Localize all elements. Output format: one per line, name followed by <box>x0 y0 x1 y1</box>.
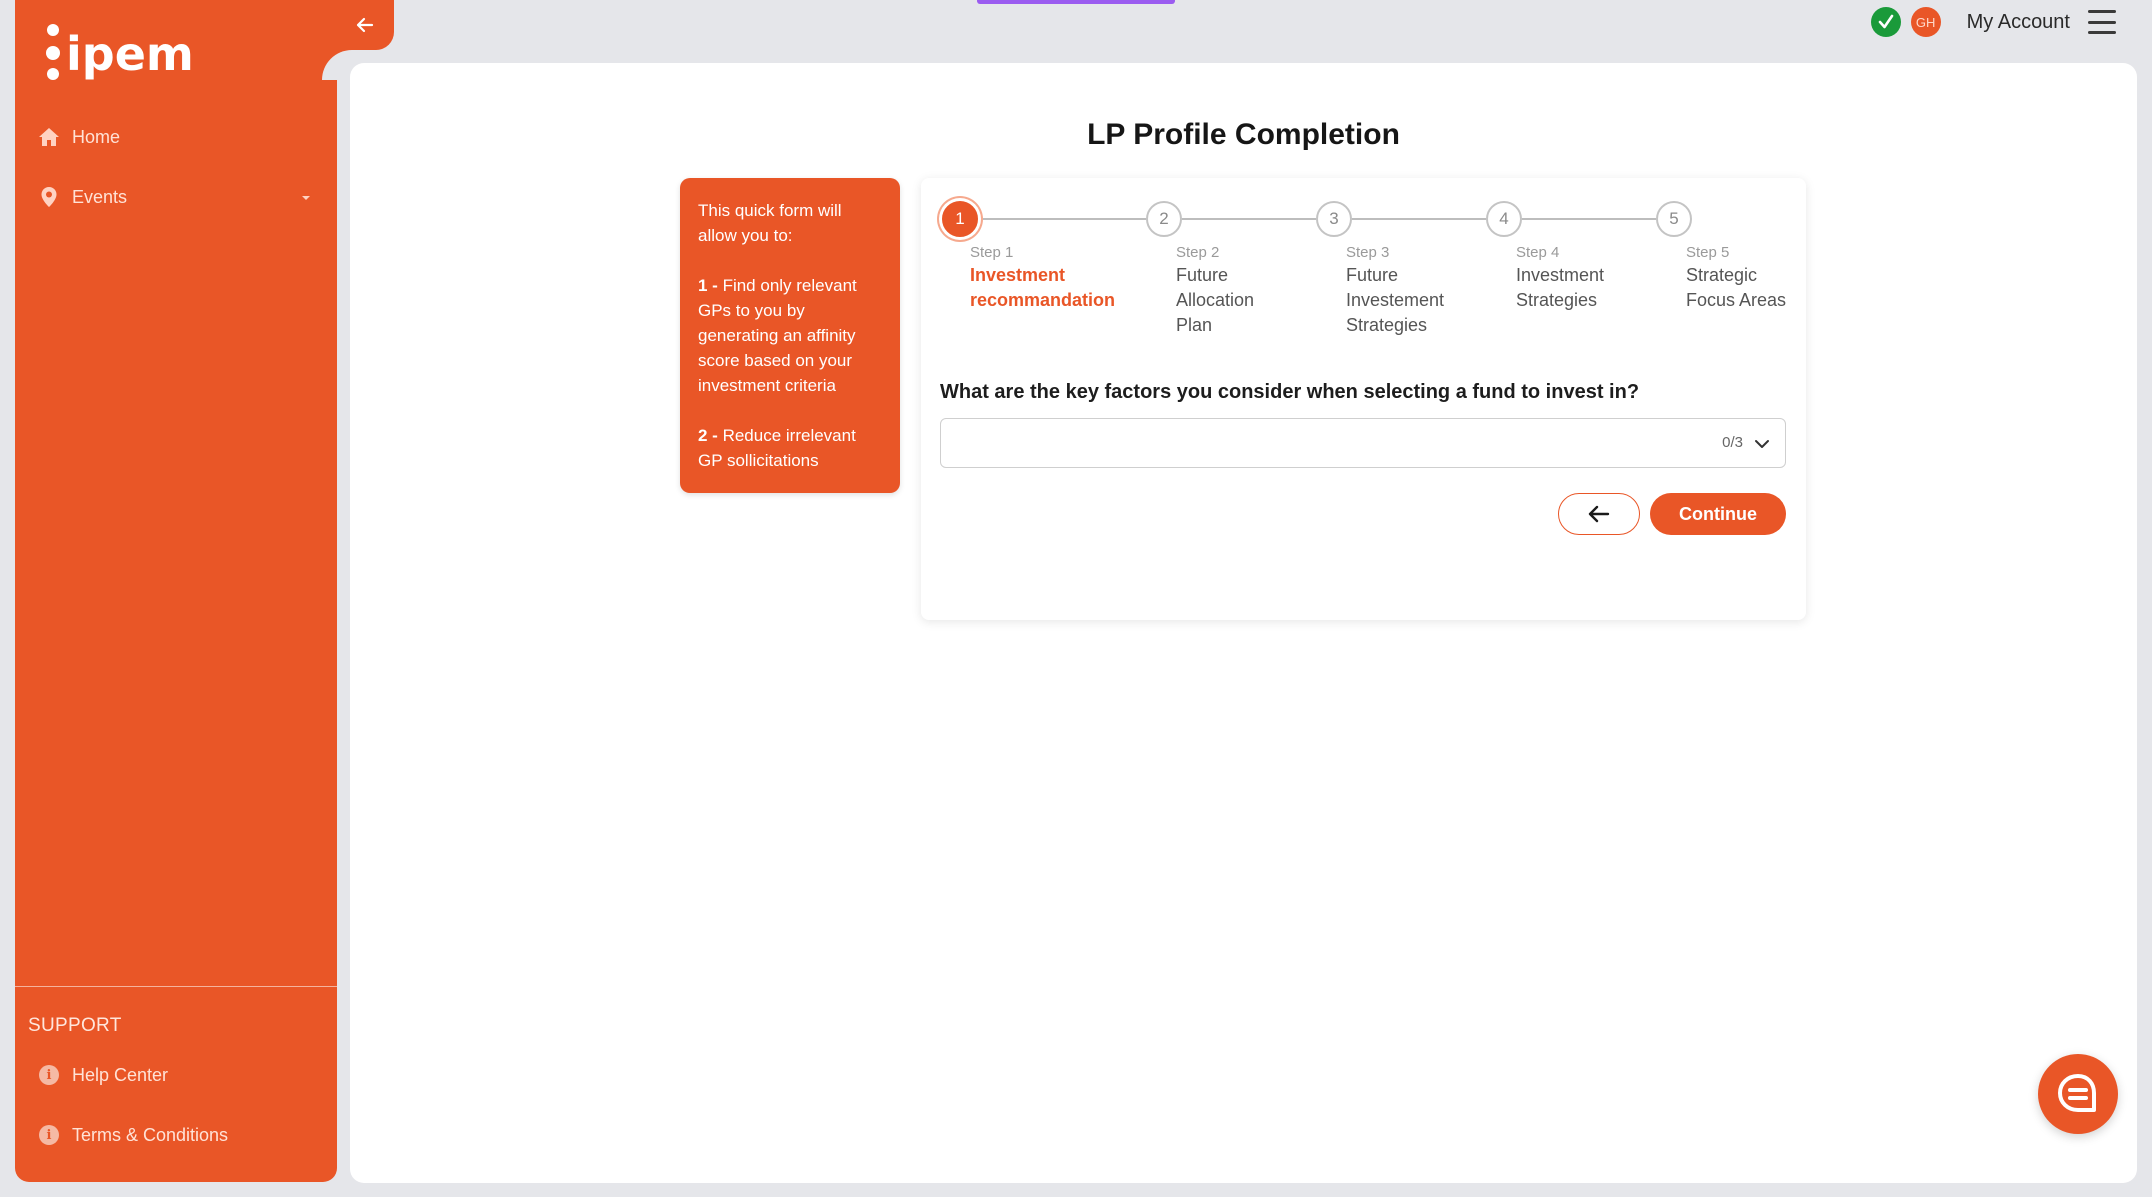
info-point-1: 1 - Find only relevant GPs to you by gen… <box>698 276 857 395</box>
verified-check-icon <box>1870 7 1901 37</box>
sidebar-item-label: Help Center <box>72 1064 169 1085</box>
sidebar-item-terms-conditions[interactable]: i Terms & Conditions <box>38 1120 228 1150</box>
location-pin-icon <box>38 186 60 208</box>
my-account-link[interactable]: My Account <box>1967 11 2070 34</box>
arrow-left-icon <box>356 17 374 33</box>
page-title: LP Profile Completion <box>1087 118 1400 151</box>
home-icon <box>38 126 60 148</box>
header-account-area: GH My Account <box>1870 6 2116 38</box>
support-section-label: SUPPORT <box>28 1015 122 1036</box>
back-button[interactable] <box>1558 493 1640 535</box>
question-label: What are the key factors you consider wh… <box>940 381 1640 403</box>
step-5-title: Strategic Focus Areas <box>1686 265 1787 310</box>
sidebar-item-label: Home <box>72 126 121 147</box>
step-1-label: Step 1 <box>970 244 1014 261</box>
chat-support-button[interactable] <box>2038 1054 2118 1134</box>
step-3-label: Step 3 <box>1346 244 1390 261</box>
step-4-label: Step 4 <box>1516 244 1560 261</box>
chevron-down-icon[interactable] <box>298 190 314 206</box>
info-callout: This quick form will allow you to: 1 - F… <box>680 178 900 493</box>
sidebar-item-events[interactable]: Events <box>38 182 127 212</box>
sidebar-item-help-center[interactable]: i Help Center <box>38 1060 168 1090</box>
stepper-connector <box>1182 218 1316 220</box>
step-4-circle[interactable]: 4 <box>1486 201 1522 237</box>
key-factors-select[interactable]: 0/3 <box>940 418 1786 468</box>
sidebar-divider <box>15 986 337 987</box>
continue-button[interactable]: Continue <box>1650 493 1786 535</box>
sidebar-notch-corner <box>322 50 352 80</box>
chevron-down-icon <box>1755 440 1769 448</box>
step-5-circle[interactable]: 5 <box>1656 201 1692 237</box>
info-point-2: 2 - Reduce irrelevant GP sollicitations <box>698 426 856 470</box>
step-1-title: Investment recommandation <box>970 265 1116 310</box>
info-icon: i <box>38 1124 60 1146</box>
main-panel: LP Profile Completion This quick form wi… <box>350 63 2137 1183</box>
step-1-circle[interactable]: 1 <box>942 201 978 237</box>
hamburger-menu-icon[interactable] <box>2088 10 2116 34</box>
step-3-circle[interactable]: 3 <box>1316 201 1352 237</box>
stepper-connector <box>1352 218 1486 220</box>
arrow-left-icon <box>1588 505 1610 523</box>
stepper-connector <box>976 218 1146 220</box>
step-3-title: Future Investement Strategies <box>1346 265 1445 335</box>
svg-text:ipem: ipem <box>66 27 194 81</box>
step-2-circle[interactable]: 2 <box>1146 201 1182 237</box>
sidebar-item-label: Terms & Conditions <box>72 1124 229 1145</box>
sidebar <box>15 0 337 1182</box>
stepper-connector <box>1522 218 1656 220</box>
sidebar-item-label: Events <box>72 186 128 207</box>
sidebar-item-home[interactable]: Home <box>38 122 120 152</box>
info-icon: i <box>38 1064 60 1086</box>
step-2-title: Future Allocation Plan <box>1176 265 1255 335</box>
info-intro: This quick form will allow you to: <box>698 201 842 245</box>
step-4-title: Investment Strategies <box>1516 265 1605 310</box>
selection-count: 0/3 <box>1722 434 1743 451</box>
avatar[interactable]: GH <box>1910 7 1941 37</box>
step-2-label: Step 2 <box>1176 244 1220 261</box>
top-progress-accent <box>977 0 1175 4</box>
chat-bubble-icon <box>2058 1074 2096 1112</box>
step-5-label: Step 5 <box>1686 244 1730 261</box>
ipem-logo[interactable]: ipem <box>44 18 194 88</box>
collapse-sidebar-button[interactable] <box>352 12 378 38</box>
